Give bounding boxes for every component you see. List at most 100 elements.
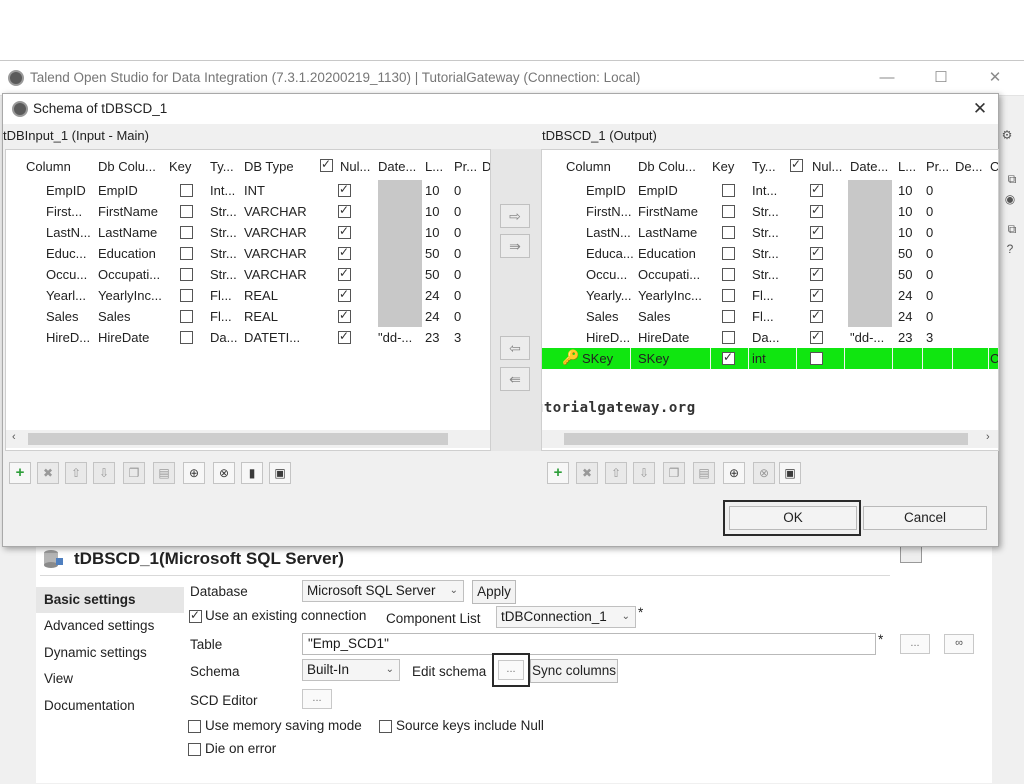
output-cell-length[interactable]: 10 (898, 225, 912, 240)
export-schema-icon[interactable]: ⊗ (213, 462, 235, 484)
input-cell-length[interactable]: 24 (425, 288, 439, 303)
output-move-down-icon[interactable]: ⇩ (633, 462, 655, 484)
input-nullable-all-checkbox[interactable] (320, 157, 333, 172)
copy-all-left-icon[interactable]: ⇚ (500, 367, 530, 391)
input-cell-date[interactable]: "dd-... (378, 330, 412, 345)
input-cell-dbcolumn[interactable]: Occupati... (98, 267, 160, 282)
tab-dynamic-settings[interactable]: Dynamic settings (36, 640, 184, 666)
output-cell-dbcolumn[interactable]: SKey (638, 351, 669, 366)
input-nullable-checkbox[interactable] (338, 266, 351, 281)
output-col-header[interactable]: Date... (850, 159, 888, 174)
dialog-close-button[interactable]: ✕ (965, 96, 995, 122)
output-cell-column[interactable]: Occu... (586, 267, 627, 282)
input-col-header[interactable]: Ty... (210, 159, 234, 174)
output-move-up-icon[interactable]: ⇧ (605, 462, 627, 484)
input-key-checkbox[interactable] (180, 268, 193, 281)
tab-documentation[interactable]: Documentation (36, 693, 184, 719)
input-cell-precision[interactable]: 3 (454, 330, 461, 345)
output-key-checkbox[interactable] (722, 268, 735, 281)
input-cell-dbcolumn[interactable]: FirstName (98, 204, 158, 219)
scd-editor-button[interactable]: ... (302, 689, 332, 709)
output-cell-column[interactable]: EmpID (586, 183, 626, 198)
use-existing-connection-checkbox[interactable] (189, 608, 202, 623)
reset-icon[interactable]: ▮ (241, 462, 263, 484)
copy-right-icon[interactable]: ⇨ (500, 204, 530, 228)
help-icon[interactable]: ? (1002, 242, 1018, 258)
output-cell-dbcolumn[interactable]: Sales (638, 309, 671, 324)
schema-select[interactable]: Built-In ⌄ (302, 659, 400, 681)
output-nullable-checkbox[interactable] (810, 287, 823, 302)
input-col-header[interactable]: Db Colu... (98, 159, 156, 174)
input-cell-length[interactable]: 24 (425, 309, 439, 324)
input-cell-dbcolumn[interactable]: Sales (98, 309, 131, 324)
gear-icon[interactable]: ⚙ (999, 128, 1015, 144)
input-cell-dbcolumn[interactable]: EmpID (98, 183, 138, 198)
output-cell-precision[interactable]: 0 (926, 288, 933, 303)
output-key-checkbox[interactable] (722, 310, 735, 323)
input-cell-precision[interactable]: 0 (454, 246, 461, 261)
output-cell-length[interactable]: 10 (898, 183, 912, 198)
output-cell-column[interactable]: LastN... (586, 225, 631, 240)
input-cell-column[interactable]: First... (46, 204, 82, 219)
output-cell-type[interactable]: Str... (752, 246, 779, 261)
output-cell-length[interactable]: 23 (898, 330, 912, 345)
output-cell-precision[interactable]: 0 (926, 183, 933, 198)
database-select[interactable]: Microsoft SQL Server ⌄ (302, 580, 464, 602)
output-cell-column[interactable]: SKey (582, 351, 613, 366)
input-nullable-checkbox[interactable] (338, 308, 351, 323)
input-col-header[interactable]: Date... (378, 159, 416, 174)
move-down-icon[interactable]: ⇩ (93, 462, 115, 484)
input-cell-length[interactable]: 50 (425, 267, 439, 282)
output-cell-c[interactable]: C (990, 351, 998, 366)
input-cell-precision[interactable]: 0 (454, 204, 461, 219)
input-key-checkbox[interactable] (180, 331, 193, 344)
output-cell-type[interactable]: Fl... (752, 288, 774, 303)
input-cell-dbtype[interactable]: VARCHAR (244, 225, 307, 240)
input-key-checkbox[interactable] (180, 205, 193, 218)
add-row-icon[interactable]: + (9, 462, 31, 484)
apply-button[interactable]: Apply (472, 580, 516, 604)
input-cell-type[interactable]: Int... (210, 183, 235, 198)
output-import-schema-icon[interactable]: ⊕ (723, 462, 745, 484)
output-cell-precision[interactable]: 0 (926, 246, 933, 261)
input-cell-type[interactable]: Da... (210, 330, 237, 345)
input-cell-precision[interactable]: 0 (454, 288, 461, 303)
output-col-header[interactable]: Pr... (926, 159, 949, 174)
output-col-header[interactable]: C (990, 159, 998, 174)
output-cell-date[interactable]: "dd-... (850, 330, 884, 345)
input-cell-dbtype[interactable]: VARCHAR (244, 204, 307, 219)
input-cell-length[interactable]: 50 (425, 246, 439, 261)
output-cell-precision[interactable]: 0 (926, 267, 933, 282)
copy-left-icon[interactable]: ⇦ (500, 336, 530, 360)
input-cell-column[interactable]: HireD... (46, 330, 90, 345)
input-col-header[interactable]: Nul... (340, 159, 370, 174)
output-key-checkbox[interactable] (722, 226, 735, 239)
input-col-header[interactable]: Column (26, 159, 71, 174)
sync-columns-button[interactable]: Sync columns (530, 659, 618, 683)
table-input[interactable]: "Emp_SCD1" (302, 633, 876, 655)
output-hscrollbar[interactable]: › (542, 430, 998, 448)
output-cell-column[interactable]: Sales (586, 309, 619, 324)
input-cell-type[interactable]: Str... (210, 246, 237, 261)
input-cell-length[interactable]: 23 (425, 330, 439, 345)
output-nullable-checkbox[interactable] (810, 182, 823, 197)
output-copy-icon[interactable]: ❐ (663, 462, 685, 484)
output-cell-dbcolumn[interactable]: FirstName (638, 204, 698, 219)
input-cell-precision[interactable]: 0 (454, 267, 461, 282)
input-cell-dbtype[interactable]: REAL (244, 288, 278, 303)
paste-icon[interactable]: ▤ (153, 462, 175, 484)
output-col-header[interactable]: Ty... (752, 159, 776, 174)
import-schema-icon[interactable]: ⊕ (183, 462, 205, 484)
output-cell-type[interactable]: Str... (752, 267, 779, 282)
input-col-header[interactable]: Pr... (454, 159, 477, 174)
delete-row-icon[interactable]: ✖ (37, 462, 59, 484)
output-cell-dbcolumn[interactable]: YearlyInc... (638, 288, 702, 303)
input-cell-precision[interactable]: 0 (454, 225, 461, 240)
output-cell-length[interactable]: 24 (898, 288, 912, 303)
maximize-button[interactable]: ☐ (926, 67, 956, 89)
output-scroll-thumb[interactable] (564, 433, 968, 445)
tab-view[interactable]: View (36, 666, 184, 692)
output-cell-column[interactable]: FirstN... (586, 204, 632, 219)
input-cell-dbcolumn[interactable]: YearlyInc... (98, 288, 162, 303)
input-col-header[interactable]: DB Type (244, 159, 294, 174)
